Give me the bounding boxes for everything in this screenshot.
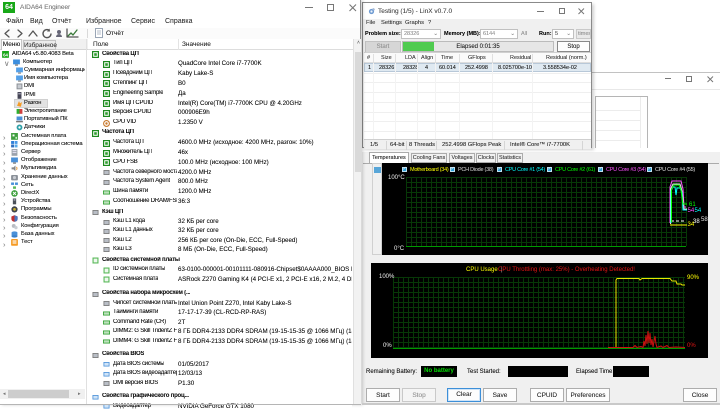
svg-text:64: 64: [3, 52, 8, 57]
